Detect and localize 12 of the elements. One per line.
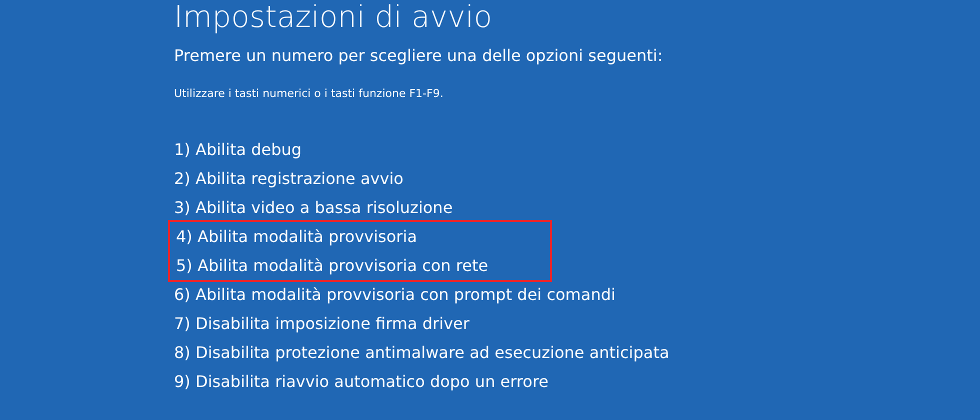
hint-text: Utilizzare i tasti numerici o i tasti funzione F1-F9.	[174, 87, 444, 101]
boot-option[interactable]: 6) Abilita modalità provvisoria con prompt dei comandi	[174, 280, 980, 309]
boot-option[interactable]: 8) Disabilita protezione antimalware ad esecuzione anticipata	[174, 338, 980, 367]
boot-option[interactable]: 3) Abilita video a bassa risoluzione	[174, 193, 980, 222]
boot-option[interactable]: 1) Abilita debug	[174, 135, 980, 164]
boot-option[interactable]: 7) Disabilita imposizione firma driver	[174, 309, 980, 338]
boot-option[interactable]: 4) Abilita modalità provvisoria	[176, 222, 550, 251]
boot-option[interactable]: 2) Abilita registrazione avvio	[174, 164, 980, 193]
screen-title: Impostazioni di avvio	[174, 0, 494, 36]
boot-option[interactable]: 9) Disabilita riavvio automatico dopo un errore	[174, 367, 980, 396]
boot-option[interactable]: 5) Abilita modalità provvisoria con rete	[176, 251, 550, 280]
instruction-text: Premere un numero per scegliere una delle opzioni seguenti:	[174, 46, 664, 66]
